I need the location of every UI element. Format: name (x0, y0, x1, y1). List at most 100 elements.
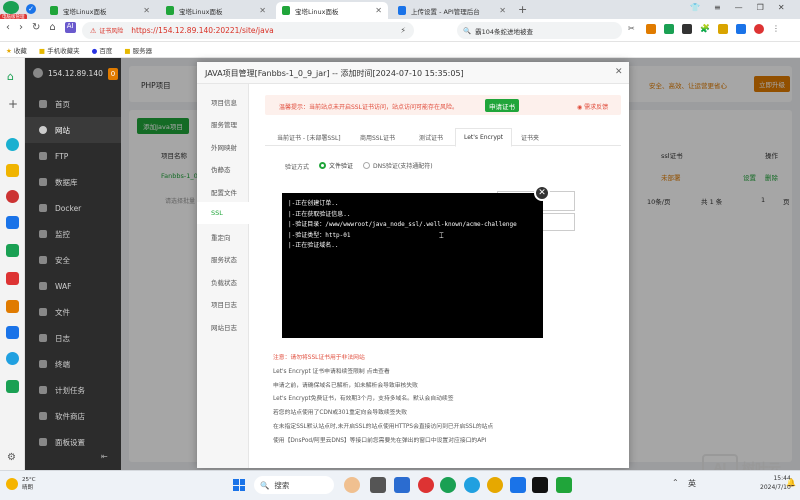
browser-tab-1[interactable]: 宝塔Linux面板 ✕ (44, 2, 156, 19)
more-icon[interactable]: ⋮ (772, 24, 782, 34)
verify-dns-option[interactable]: DNS验证(支持通配符) (363, 161, 433, 170)
url-box[interactable]: ⚠ 证书风险 https://154.12.89.140:20221/site/… (82, 22, 414, 39)
modal-close-icon[interactable]: ✕ (615, 67, 623, 77)
close-tab-icon[interactable]: ✕ (375, 6, 382, 15)
terminal-close-icon[interactable]: ✕ (534, 185, 550, 201)
close-tab-icon[interactable]: ✕ (143, 6, 150, 15)
close-tab-icon[interactable]: ✕ (259, 6, 266, 15)
nav-files[interactable]: 文件 (25, 299, 121, 325)
taskbar-app-icon-9[interactable] (556, 477, 572, 493)
verify-file-option[interactable]: 文件验证 (319, 161, 353, 170)
forward-icon[interactable]: › (19, 22, 23, 33)
side-home-icon[interactable]: ⌂ (7, 70, 14, 83)
tab-check-icon[interactable]: ✓ (26, 4, 36, 14)
nav-ftp[interactable]: FTP (25, 143, 121, 169)
browser-tab-4[interactable]: 上传设置 - API管理后台 ✕ (392, 2, 512, 19)
side-app-icon-1[interactable] (6, 138, 19, 151)
extension-icon-1[interactable] (646, 24, 656, 34)
extension-icon-2[interactable] (664, 24, 674, 34)
weather-widget[interactable]: 25°C 晴朗 (6, 476, 36, 492)
side-app-icon-9[interactable] (6, 352, 19, 365)
nav-waf[interactable]: WAF (25, 273, 121, 299)
modal-nav-config[interactable]: 配置文件 (197, 180, 249, 202)
taskbar-app-icon-8[interactable] (532, 477, 548, 493)
home-icon[interactable]: ⌂ (49, 22, 55, 33)
menu-icon[interactable]: ≡ (714, 3, 721, 12)
ssl-tab-folder[interactable]: 证书夹 (521, 133, 539, 142)
shirt-icon[interactable]: 👕 (690, 3, 700, 12)
notification-badge[interactable]: 0 (108, 68, 118, 80)
modal-nav-status[interactable]: 服务状态 (197, 247, 249, 269)
side-app-icon-2[interactable] (6, 164, 19, 177)
lightning-icon[interactable]: ⚡ (400, 26, 406, 35)
nav-terminal[interactable]: 终端 (25, 351, 121, 377)
modal-nav-site-log[interactable]: 网站日志 (197, 315, 249, 337)
nav-home[interactable]: 首页 (25, 91, 121, 117)
tray-chevron-icon[interactable]: ⌃ (672, 478, 679, 487)
taskbar-app-icon-7[interactable] (510, 477, 526, 493)
modal-nav-info[interactable]: 项目信息 (197, 90, 249, 112)
windows-start-icon[interactable] (233, 479, 245, 491)
refresh-icon[interactable]: ↻ (32, 22, 40, 33)
bookmark-baidu[interactable]: ● 百度 (92, 45, 113, 55)
back-icon[interactable]: ‹ (6, 22, 10, 33)
nav-website[interactable]: 网站 (25, 117, 121, 143)
bookmark-mobile[interactable]: ■ 手机收藏夹 (39, 45, 80, 55)
nav-database[interactable]: 数据库 (25, 169, 121, 195)
extension-icon-6[interactable] (754, 24, 764, 34)
bookmark-server[interactable]: ■ 服务器 (124, 45, 152, 55)
side-app-icon-8[interactable] (6, 326, 19, 339)
minimize-icon[interactable]: — (735, 3, 743, 12)
extension-icon-3[interactable] (682, 24, 692, 34)
modal-nav-mapping[interactable]: 外网映射 (197, 135, 249, 157)
search-box[interactable]: 🔍 霸104条蛇进地被查 (457, 22, 622, 39)
modal-nav-rewrite[interactable]: 伪静态 (197, 157, 249, 179)
taskbar-app-icon-3[interactable] (418, 477, 434, 493)
modal-nav-redirect[interactable]: 重定向 (197, 225, 249, 247)
browser-tab-3[interactable]: 宝塔Linux面板 ✕ (276, 2, 388, 19)
taskbar-app-icon-4[interactable] (440, 477, 456, 493)
apply-cert-button[interactable]: 申请证书 (485, 99, 519, 112)
side-settings-icon[interactable]: ⚙ (7, 452, 16, 463)
side-app-icon-4[interactable] (6, 216, 19, 229)
ssl-tab-test[interactable]: 测试证书 (419, 133, 443, 142)
nav-store[interactable]: 软件商店 (25, 403, 121, 429)
scissors-icon[interactable]: ✂ (628, 24, 638, 34)
ime-indicator[interactable]: 英 (688, 478, 696, 489)
close-window-icon[interactable]: ✕ (778, 3, 785, 12)
modal-nav-ssl[interactable]: SSL (197, 202, 249, 224)
taskbar-app-icon-1[interactable] (370, 477, 386, 493)
nav-cron[interactable]: 计划任务 (25, 377, 121, 403)
taskbar-search[interactable]: 🔍 搜索 (254, 476, 334, 494)
ssl-tab-letsencrypt[interactable]: Let's Encrypt (455, 128, 513, 147)
side-app-icon-7[interactable] (6, 300, 19, 313)
side-add-icon[interactable]: + (8, 97, 18, 111)
ssl-tab-current[interactable]: 当前证书 - [未部署SSL] (277, 133, 341, 142)
maximize-icon[interactable]: ❐ (757, 3, 764, 12)
browser-tab-2[interactable]: 宝塔Linux面板 ✕ (160, 2, 272, 19)
ai-icon[interactable]: AI (64, 22, 76, 33)
new-tab-icon[interactable]: + (518, 3, 527, 16)
modal-nav-service[interactable]: 服务管理 (197, 112, 249, 134)
modal-nav-load[interactable]: 负载状态 (197, 270, 249, 292)
taskbar-avatar-icon[interactable] (344, 477, 360, 493)
side-app-icon-5[interactable] (6, 244, 19, 257)
puzzle-icon[interactable]: 🧩 (700, 24, 710, 34)
sidebar-collapse-icon[interactable]: ⇤ (101, 452, 108, 461)
extension-icon-5[interactable] (736, 24, 746, 34)
side-app-icon-3[interactable] (6, 190, 19, 203)
notification-icon[interactable]: 🔔 (786, 478, 796, 487)
close-tab-icon[interactable]: ✕ (499, 6, 506, 15)
bookmark-favorites[interactable]: ★ 收藏 (6, 45, 27, 55)
taskbar-app-icon-5[interactable] (464, 477, 480, 493)
nav-logs[interactable]: 日志 (25, 325, 121, 351)
ssl-tab-commercial[interactable]: 商用SSL证书 (360, 133, 395, 142)
security-warning-icon[interactable]: ⚠ (90, 27, 96, 35)
nav-monitor[interactable]: 监控 (25, 221, 121, 247)
modal-nav-project-log[interactable]: 项目日志 (197, 292, 249, 314)
browser-logo-icon[interactable] (3, 1, 19, 14)
nav-docker[interactable]: Docker (25, 195, 121, 221)
side-app-icon-6[interactable] (6, 272, 19, 285)
extension-icon-4[interactable] (718, 24, 728, 34)
feedback-link[interactable]: ◉ 需求反馈 (577, 102, 608, 111)
